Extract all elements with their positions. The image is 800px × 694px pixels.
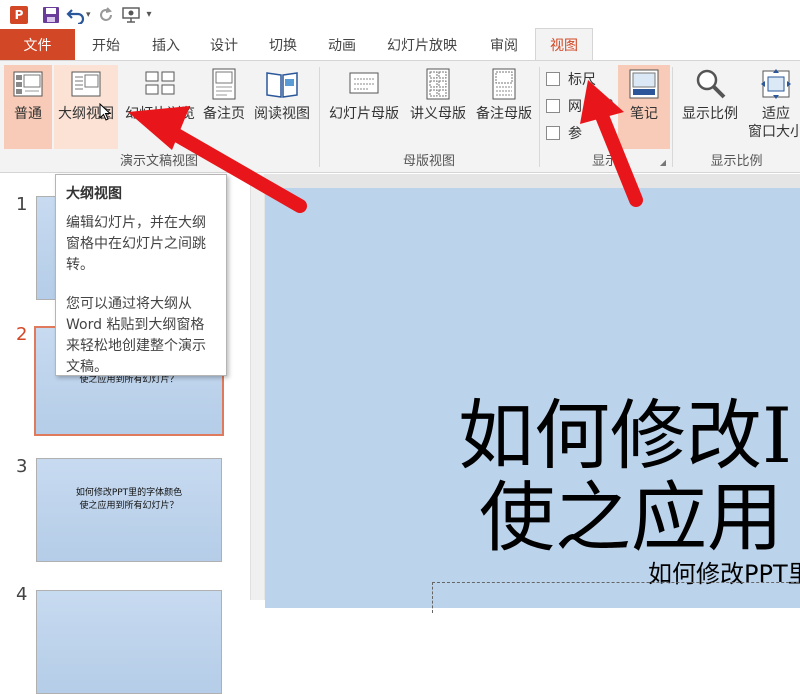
notes-master-button[interactable]: 备注母版 [472, 65, 536, 145]
tab-insert[interactable]: 插入 [137, 29, 195, 60]
slide-thumbnail[interactable]: 如何修改PPT里的字体颜色 使之应用到所有幻灯片？ [36, 458, 222, 562]
handout-master-label: 讲义母版 [410, 106, 466, 122]
group-label-show: 显示 [591, 154, 618, 169]
group-label-zoom: 显示比例 [710, 154, 763, 169]
slide-master-button[interactable]: 幻灯片母版 [324, 65, 404, 145]
ruler-label: 标尺 [568, 72, 596, 88]
reading-view-icon [266, 72, 298, 98]
slide-number: 1 [16, 194, 28, 215]
slide-master-icon [349, 72, 379, 94]
present-from-start-icon[interactable] [121, 3, 141, 27]
guides-checkbox-box[interactable] [546, 126, 560, 140]
tab-home[interactable]: 开始 [75, 29, 137, 60]
normal-view-button[interactable]: 普通 [4, 65, 52, 149]
guides-checkbox[interactable]: 参 [546, 123, 582, 143]
reading-view-button[interactable]: 阅读视图 [250, 65, 314, 145]
tab-transitions[interactable]: 切换 [253, 29, 313, 60]
outline-view-icon [71, 71, 101, 97]
ribbon: 普通 大纲视图 幻灯片浏览 备注页 阅读视图 演示文稿视图 幻灯片母版 讲义母版 [0, 60, 800, 173]
group-zoom: 显示比例 适应 窗口大小 显示比例 [673, 61, 800, 172]
ruler-checkbox-box[interactable] [546, 72, 560, 86]
slide-title-line2[interactable]: 使之应用 [479, 478, 783, 558]
tooltip-detail: 您可以通过将大纲从 Word 粘贴到大纲窗格来轻松地创建整个演示文稿。 [66, 296, 206, 375]
save-icon[interactable] [42, 3, 60, 27]
notes-icon [629, 69, 659, 99]
gridlines-label-tail: 线 [600, 99, 614, 115]
slide-editor: 如何修改I 使之应用 如何修改PPT里 [264, 174, 800, 613]
notes-master-icon [492, 68, 516, 100]
slide-thumbnail-text-line1: 如何修改PPT里的字体颜色 [75, 488, 183, 498]
slide-title-line1[interactable]: 如何修改I [458, 396, 792, 476]
gridlines-checkbox-box[interactable] [546, 99, 560, 113]
slide-panel-scrollbar[interactable] [250, 174, 264, 600]
slide-number: 2 [16, 324, 28, 345]
reading-view-label: 阅读视图 [254, 106, 310, 122]
subtitle-placeholder-border [432, 582, 800, 613]
tab-view[interactable]: 视图 [535, 28, 593, 60]
redo-icon[interactable] [97, 3, 115, 27]
group-label-master-views: 母版视图 [402, 154, 455, 169]
notes-page-label: 备注页 [203, 106, 245, 122]
slide-sorter-button[interactable]: 幻灯片浏览 [122, 65, 198, 145]
gridlines-label: 网 [568, 99, 582, 115]
zoom-label: 显示比例 [682, 106, 738, 122]
tab-animations[interactable]: 动画 [313, 29, 371, 60]
notes-page-button[interactable]: 备注页 [200, 65, 248, 145]
notes-label: 笔记 [630, 106, 658, 122]
slide-master-label: 幻灯片母版 [329, 106, 399, 122]
fit-to-window-label-line1: 适应 [762, 106, 790, 122]
tab-review[interactable]: 审阅 [473, 29, 535, 60]
fit-to-window-button[interactable]: 适应 窗口大小 [745, 65, 800, 145]
mouse-cursor-icon [99, 103, 111, 121]
undo-icon[interactable] [66, 3, 86, 27]
tooltip-title: 大纲视图 [66, 186, 122, 202]
fit-to-window-label-line2: 窗口大小 [748, 124, 800, 140]
group-label-presentation-views: 演示文稿视图 [119, 154, 198, 169]
ppt-logo-icon: P [10, 5, 28, 24]
slide-thumbnail-text-line2: 使之应用到所有幻灯片？ [79, 501, 179, 511]
dialog-launcher-icon[interactable]: ◢ [660, 158, 666, 167]
slide-thumbnail-text: 如何修改PPT里的字体颜色 使之应用到所有幻灯片？ [37, 459, 221, 513]
normal-view-icon [13, 71, 43, 97]
group-master-views: 幻灯片母版 讲义母版 备注母版 母版视图 [320, 61, 538, 172]
ribbon-tabs: 文件 开始 插入 设计 切换 动画 幻灯片放映 审阅 视图 [0, 28, 800, 60]
slide-number: 3 [16, 456, 28, 477]
gridlines-checkbox[interactable]: 网 线 [546, 96, 614, 116]
zoom-button[interactable]: 显示比例 [677, 65, 743, 145]
fit-to-window-icon [761, 69, 791, 99]
tooltip-outline-view: 大纲视图 编辑幻灯片，并在大纲窗格中在幻灯片之间跳转。 您可以通过将大纲从 Wo… [55, 174, 227, 376]
tab-file[interactable]: 文件 [0, 29, 75, 60]
normal-view-label: 普通 [14, 106, 42, 122]
slide-number: 4 [16, 584, 28, 605]
customize-toolbar-icon[interactable]: ▾ [147, 3, 152, 27]
slide-sorter-label: 幻灯片浏览 [125, 106, 195, 122]
guides-label: 参 [568, 126, 582, 142]
zoom-icon [696, 69, 726, 99]
slide-sorter-icon [145, 71, 175, 95]
ruler-checkbox[interactable]: 标尺 [546, 69, 596, 89]
handout-master-icon [426, 68, 450, 100]
notes-master-label: 备注母版 [476, 106, 532, 122]
slide-canvas[interactable]: 如何修改I 使之应用 如何修改PPT里 [265, 188, 800, 608]
notes-page-icon [212, 68, 236, 100]
tab-slide-show[interactable]: 幻灯片放映 [371, 29, 473, 60]
undo-dropdown-icon[interactable]: ▾ [86, 3, 91, 27]
group-presentation-views: 普通 大纲视图 幻灯片浏览 备注页 阅读视图 演示文稿视图 [0, 61, 318, 172]
handout-master-button[interactable]: 讲义母版 [406, 65, 470, 145]
tooltip-description: 编辑幻灯片，并在大纲窗格中在幻灯片之间跳转。 [66, 215, 206, 273]
quick-access-toolbar: P ▾ ▾ [0, 0, 800, 29]
slide-thumbnail[interactable] [36, 590, 222, 694]
notes-button[interactable]: 笔记 [618, 65, 670, 149]
tab-design[interactable]: 设计 [195, 29, 253, 60]
